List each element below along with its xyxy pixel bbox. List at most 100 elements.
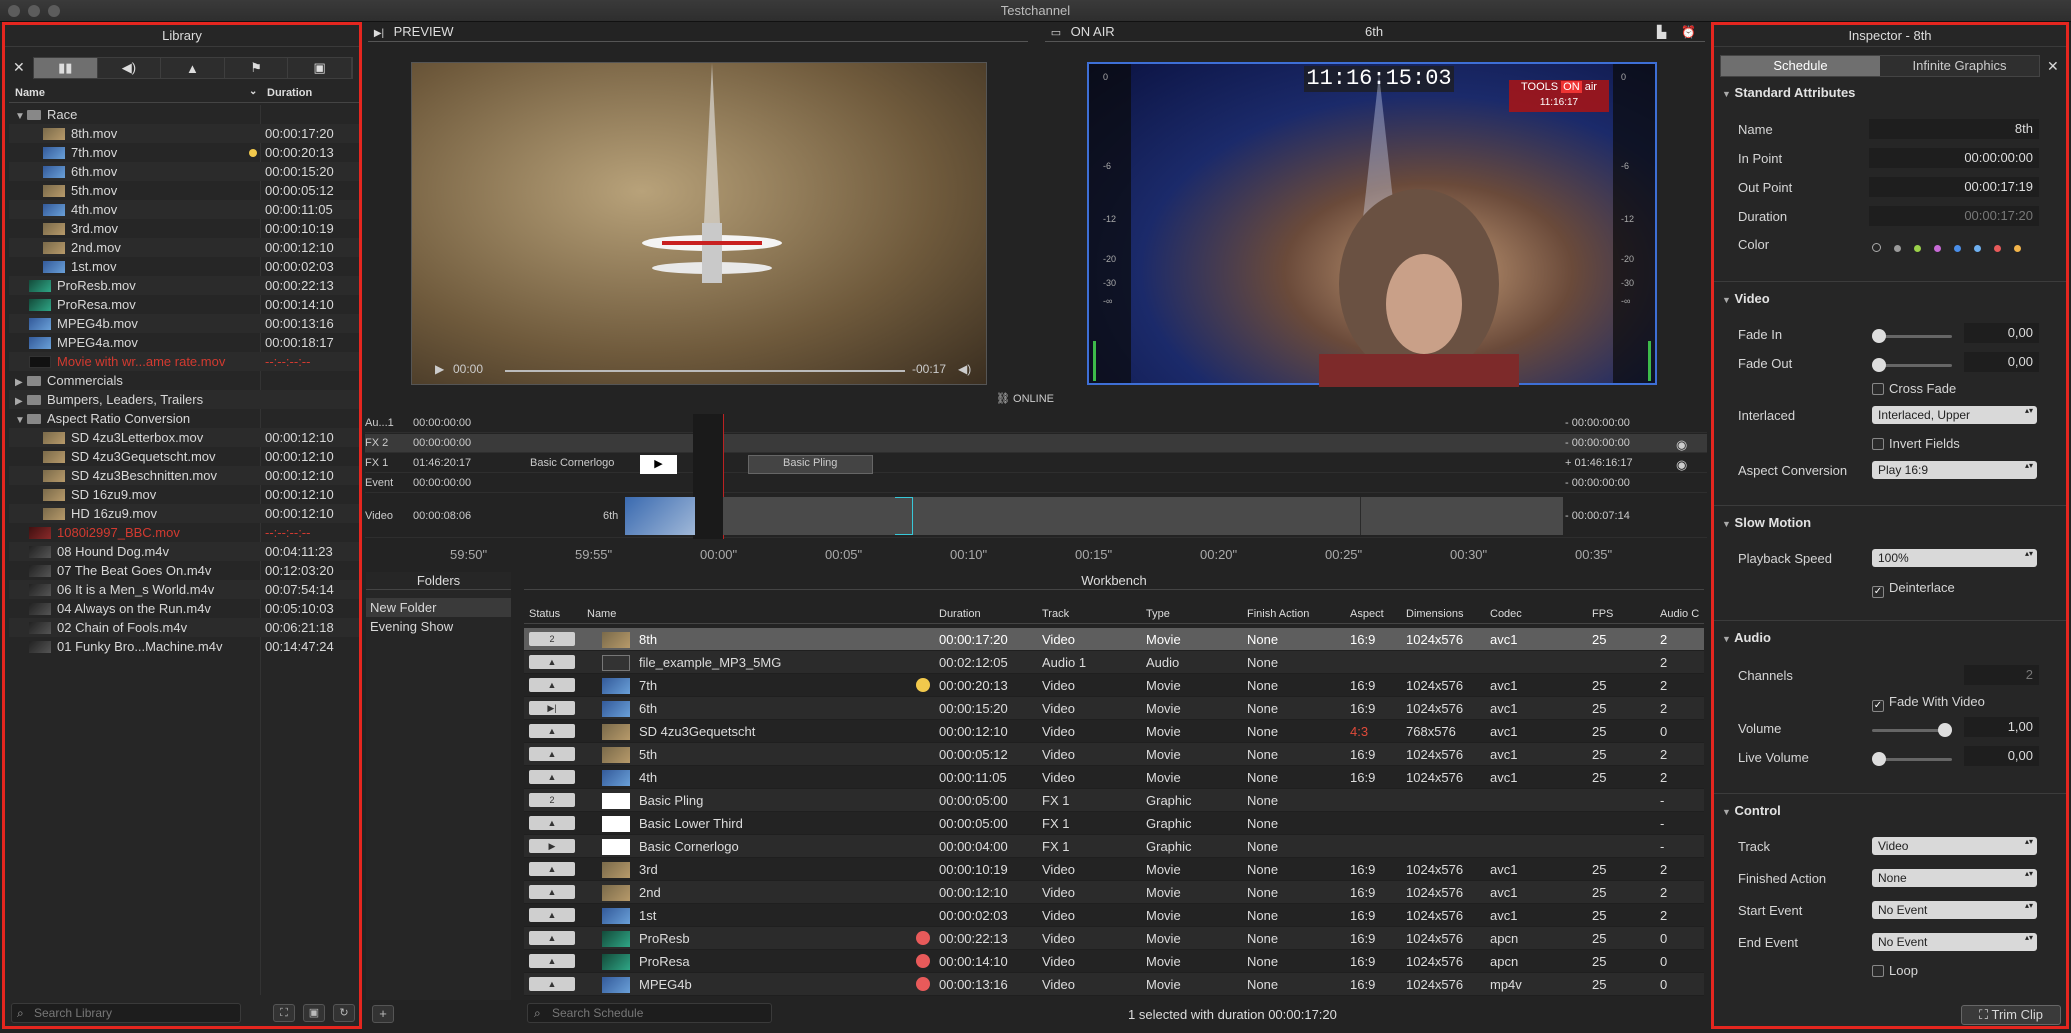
- fade-out-knob[interactable]: [1872, 358, 1886, 372]
- table-row[interactable]: ▲ file_example_MP3_5MG 00:02:12:05 Audio 1 A…: [524, 651, 1704, 674]
- tab-calendar-icon[interactable]: ▣: [288, 58, 352, 78]
- fade-out-field[interactable]: 0,00: [1964, 352, 2039, 372]
- list-item[interactable]: MPEG4a.mov 00:00:18:17: [9, 333, 359, 352]
- close-window-button[interactable]: [8, 5, 20, 17]
- column-header[interactable]: FPS: [1592, 608, 1613, 620]
- status-button[interactable]: ▲: [529, 954, 575, 968]
- list-item[interactable]: 4th.mov 00:00:11:05: [9, 200, 359, 219]
- column-header[interactable]: Duration: [939, 608, 981, 620]
- volume-icon[interactable]: ◀): [958, 362, 971, 376]
- table-row[interactable]: ▲ 5th 00:00:05:12 Video Movie None 16:9 1024x57…: [524, 743, 1704, 766]
- list-item[interactable]: ProResb.mov 00:00:22:13: [9, 276, 359, 295]
- column-header[interactable]: Status: [529, 608, 560, 620]
- track-select[interactable]: Video: [1872, 837, 2037, 855]
- list-item[interactable]: ▶ Commercials: [9, 371, 359, 390]
- list-item[interactable]: 7th.mov 00:00:20:13: [9, 143, 359, 162]
- preview-video[interactable]: ▶ 00:00 -00:17 ◀): [411, 62, 987, 385]
- timeline-track[interactable]: Event 00:00:00:00 - 00:00:00:00: [365, 474, 1707, 493]
- col-duration-header[interactable]: Duration: [267, 87, 312, 99]
- tab-video-icon[interactable]: ▮▮: [34, 58, 98, 78]
- table-row[interactable]: ▶ Basic Cornerlogo 00:00:04:00 FX 1 Graphic N…: [524, 835, 1704, 858]
- deinterlace-checkbox[interactable]: ✓ Deinterlace: [1872, 580, 1955, 598]
- section-control[interactable]: ▼ Control: [1722, 803, 1781, 818]
- list-item[interactable]: 3rd.mov 00:00:10:19: [9, 219, 359, 238]
- color-swatch[interactable]: [1894, 245, 1901, 252]
- video-clip-bar[interactable]: [723, 497, 1563, 535]
- aspect-conversion-select[interactable]: Play 16:9: [1872, 461, 2037, 479]
- table-row[interactable]: ▲ ProResb 00:00:22:13 Video Movie None 16:9 102…: [524, 927, 1704, 950]
- expand-icon[interactable]: ⛶: [273, 1004, 295, 1022]
- volume-knob[interactable]: [1938, 723, 1952, 737]
- alarm-icon[interactable]: ⏰: [1681, 22, 1696, 42]
- status-button[interactable]: 2: [529, 793, 575, 807]
- add-folder-button[interactable]: +: [372, 1005, 394, 1023]
- chevron-down-icon[interactable]: ⌄: [249, 86, 257, 97]
- timeline-track[interactable]: Au...1 00:00:00:00 - 00:00:00:00: [365, 414, 1707, 433]
- color-swatch[interactable]: [1974, 245, 1981, 252]
- in-point-field[interactable]: 00:00:00:00: [1869, 148, 2039, 168]
- table-row[interactable]: ▲ 1st 00:00:02:03 Video Movie None 16:9 1024x57…: [524, 904, 1704, 927]
- color-swatch[interactable]: [1872, 243, 1881, 252]
- color-swatch[interactable]: [1954, 245, 1961, 252]
- onair-toggle-icon[interactable]: ▭: [1045, 23, 1067, 43]
- cross-fade-checkbox[interactable]: Cross Fade: [1872, 381, 1956, 396]
- status-button[interactable]: ▲: [529, 724, 575, 738]
- library-search-input[interactable]: ⌕ Search Library: [11, 1003, 241, 1023]
- fade-with-video-checkbox[interactable]: ✓ Fade With Video: [1872, 694, 1985, 712]
- interlaced-select[interactable]: Interlaced, Upper: [1872, 406, 2037, 424]
- column-header[interactable]: Audio C: [1660, 608, 1699, 620]
- video-clip-thumb[interactable]: [625, 497, 695, 535]
- section-video[interactable]: ▼ Video: [1722, 291, 1770, 306]
- out-point-field[interactable]: 00:00:17:19: [1869, 177, 2039, 197]
- playback-speed-select[interactable]: 100%: [1872, 549, 2037, 567]
- col-name-header[interactable]: Name: [15, 87, 45, 99]
- list-item[interactable]: SD 16zu9.mov 00:00:12:10: [9, 485, 359, 504]
- table-row[interactable]: 2 8th 00:00:17:20 Video Movie None 16:9 1024x57…: [524, 628, 1704, 651]
- status-button[interactable]: ▲: [529, 747, 575, 761]
- column-header[interactable]: Aspect: [1350, 608, 1384, 620]
- loop-checkbox[interactable]: Loop: [1872, 963, 1918, 978]
- invert-fields-checkbox[interactable]: Invert Fields: [1872, 436, 1960, 451]
- table-row[interactable]: 2 Basic Pling 00:00:05:00 FX 1 Graphic None -: [524, 789, 1704, 812]
- finished-action-select[interactable]: None: [1872, 869, 2037, 887]
- end-event-select[interactable]: No Event: [1872, 933, 2037, 951]
- refresh-icon[interactable]: ↻: [333, 1004, 355, 1022]
- volume-field[interactable]: 1,00: [1964, 717, 2039, 737]
- list-item[interactable]: 8th.mov 00:00:17:20: [9, 124, 359, 143]
- tab-audio-icon[interactable]: ◀): [98, 58, 162, 78]
- status-button[interactable]: ▲: [529, 655, 575, 669]
- timeline-track[interactable]: FX 1 01:46:20:17 Basic Cornerlogo Basic Pli…: [365, 454, 1707, 473]
- status-button[interactable]: ▲: [529, 770, 575, 784]
- status-button[interactable]: ▶|: [529, 701, 575, 715]
- tab-schedule[interactable]: Schedule: [1721, 56, 1880, 76]
- status-button[interactable]: ▲: [529, 885, 575, 899]
- status-button[interactable]: ▶: [529, 839, 575, 853]
- table-row[interactable]: ▲ SD 4zu3Gequetscht 00:00:12:10 Video Movie N…: [524, 720, 1704, 743]
- cornerlogo-clip[interactable]: ▶: [640, 455, 677, 474]
- section-audio[interactable]: ▼ Audio: [1722, 630, 1771, 645]
- status-button[interactable]: 2: [529, 632, 575, 646]
- column-header[interactable]: Codec: [1490, 608, 1522, 620]
- list-item[interactable]: Movie with wr...ame rate.mov --:--:--:--: [9, 352, 359, 371]
- status-button[interactable]: ▲: [529, 678, 575, 692]
- list-item[interactable]: ▼ Aspect Ratio Conversion: [9, 409, 359, 428]
- list-item[interactable]: 2nd.mov 00:00:12:10: [9, 238, 359, 257]
- list-item[interactable]: 06 It is a Men_s World.m4v 00:07:54:14: [9, 580, 359, 599]
- eye-icon[interactable]: ◉: [1676, 437, 1687, 453]
- schedule-search-input[interactable]: ⌕ Search Schedule: [527, 1003, 772, 1023]
- close-icon[interactable]: ✕: [2047, 58, 2059, 75]
- meter-icon[interactable]: ▙: [1657, 22, 1666, 42]
- list-item[interactable]: SD 4zu3Letterbox.mov 00:00:12:10: [9, 428, 359, 447]
- list-item[interactable]: 02 Chain of Fools.m4v 00:06:21:18: [9, 618, 359, 637]
- table-row[interactable]: ▲ ProResa 00:00:14:10 Video Movie None 16:9 102…: [524, 950, 1704, 973]
- list-item[interactable]: ▶ Bumpers, Leaders, Trailers: [9, 390, 359, 409]
- table-row[interactable]: ▲ 2nd 00:00:12:10 Video Movie None 16:9 1024x57…: [524, 881, 1704, 904]
- status-button[interactable]: ▲: [529, 977, 575, 991]
- table-row[interactable]: ▲ 4th 00:00:11:05 Video Movie None 16:9 1024x57…: [524, 766, 1704, 789]
- list-item[interactable]: 1080i2997_BBC.mov --:--:--:--: [9, 523, 359, 542]
- tab-infinite-graphics[interactable]: Infinite Graphics: [1880, 56, 2039, 76]
- fade-in-field[interactable]: 0,00: [1964, 323, 2039, 343]
- timeline-track[interactable]: FX 2 00:00:00:00 - 00:00:00:00: [365, 434, 1707, 453]
- live-volume-slider[interactable]: [1872, 752, 1952, 766]
- column-header[interactable]: Name: [587, 608, 616, 620]
